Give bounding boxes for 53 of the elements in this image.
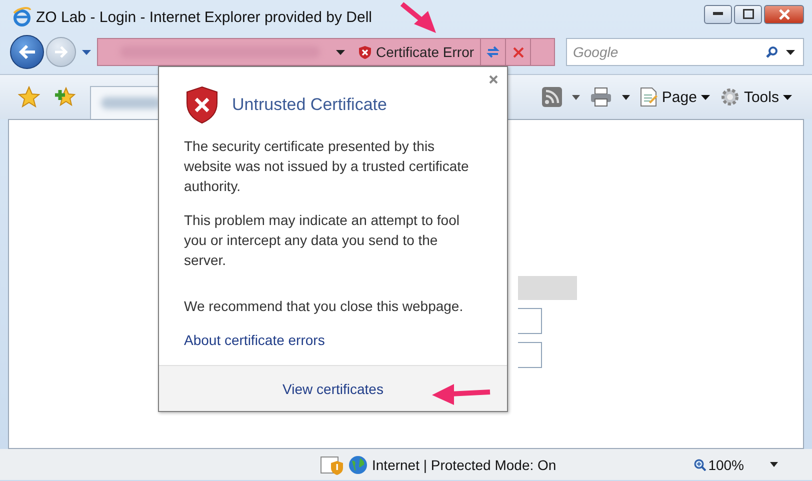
close-button[interactable] (489, 75, 498, 84)
dropdown-icon[interactable] (786, 50, 795, 55)
forward-arrow-icon (54, 46, 68, 58)
zoom-icon (694, 458, 706, 470)
tools-menu-button[interactable]: Tools (720, 87, 792, 107)
security-zone-label: Internet | Protected Mode: On (372, 456, 556, 472)
zoom-level[interactable]: 100% (694, 456, 744, 472)
refresh-icon (486, 45, 500, 59)
password-field[interactable] (518, 342, 542, 368)
minimize-icon (713, 12, 723, 16)
browser-logo-icon (12, 7, 32, 27)
about-certificate-errors-link[interactable]: About certificate errors (184, 332, 325, 348)
stop-icon (512, 46, 524, 58)
back-arrow-icon (18, 45, 36, 59)
security-warning-icon (320, 454, 344, 474)
dropdown-icon[interactable] (572, 94, 580, 100)
popup-message: The security certificate presented by this website was not issued by a trusted certificate authority. (184, 137, 469, 196)
maximize-icon (742, 9, 754, 19)
close-icon (778, 8, 790, 20)
caret-icon (700, 94, 710, 100)
popup-title: Untrusted Certificate (232, 95, 387, 115)
popup-message: This problem may indicate an attempt to fool you or intercept any data you send to the server. (184, 211, 460, 270)
annotation-arrow (400, 2, 438, 34)
caret-icon (783, 94, 792, 100)
star-icon[interactable] (18, 86, 40, 108)
search-icon[interactable] (766, 46, 778, 58)
dropdown-icon[interactable] (770, 462, 778, 467)
annotation-arrow (432, 383, 492, 405)
page-icon (640, 87, 658, 107)
address-bar[interactable]: Certificate Error (97, 38, 555, 66)
printer-icon[interactable] (590, 87, 612, 107)
dropdown-icon[interactable] (622, 94, 630, 100)
page-menu-button[interactable]: Page (640, 87, 710, 107)
login-banner (518, 276, 577, 300)
window-title: ZO Lab - Login - Internet Explorer provided by Dell (36, 8, 372, 26)
error-shield-icon (359, 46, 371, 58)
certificate-error-button[interactable]: Certificate Error (359, 39, 482, 65)
view-certificates-link[interactable]: View certificates (282, 380, 384, 396)
back-button[interactable] (10, 35, 44, 69)
history-dropdown-icon[interactable] (82, 50, 91, 54)
close-button[interactable] (764, 4, 804, 24)
close-icon (489, 75, 498, 84)
feeds-icon[interactable] (542, 87, 562, 107)
maximize-button[interactable] (734, 4, 762, 24)
globe-icon (348, 454, 368, 474)
dropdown-icon[interactable] (336, 50, 345, 54)
error-shield-icon (186, 86, 218, 124)
popup-message: We recommend that you close this webpage. (184, 297, 464, 316)
gear-icon (720, 87, 740, 107)
minimize-button[interactable] (704, 4, 732, 24)
search-field[interactable]: Google (566, 38, 804, 66)
username-field[interactable] (518, 308, 542, 334)
add-favorite-icon[interactable] (54, 86, 76, 108)
